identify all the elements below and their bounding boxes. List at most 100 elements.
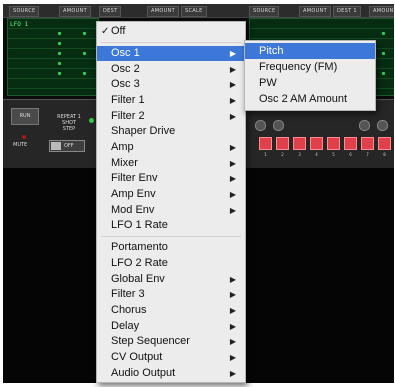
- checkmark-icon: ✓: [101, 26, 110, 37]
- menu-item-label: Filter Env: [111, 172, 158, 184]
- submenu-item-label: Pitch: [259, 45, 284, 57]
- header-dest-label: DEST: [99, 6, 122, 17]
- menu-item-label: Osc 3: [111, 78, 140, 90]
- menu-item-off[interactable]: ✓ Off: [97, 24, 245, 39]
- menu-item-label: Amp Env: [111, 188, 156, 200]
- submenu-arrow-icon: ▶: [229, 143, 236, 152]
- step-button[interactable]: [259, 137, 272, 150]
- menu-item-delay[interactable]: Delay ▶: [97, 319, 245, 334]
- submenu-item-label: Frequency (FM): [259, 61, 338, 73]
- step-button[interactable]: [310, 137, 323, 150]
- header-amount-label-3: AMOUNT: [299, 6, 331, 17]
- menu-item-lfo-1-rate[interactable]: LFO 1 Rate: [97, 218, 245, 233]
- step-button[interactable]: [378, 137, 391, 150]
- run-button[interactable]: RUN: [11, 108, 39, 125]
- knob[interactable]: [273, 120, 284, 131]
- menu-item-osc-2[interactable]: Osc 2 ▶: [97, 62, 245, 77]
- menu-item-cv-output[interactable]: CV Output ▶: [97, 350, 245, 365]
- mode-toggle[interactable]: OFF: [49, 140, 85, 152]
- submenu-arrow-icon: ▶: [229, 96, 236, 105]
- submenu-arrow-icon: ▶: [229, 174, 236, 183]
- header-dest-label-2: DEST 1: [333, 6, 361, 17]
- header-amount-label-2: AMOUNT: [147, 6, 179, 17]
- menu-item-lfo-2-rate[interactable]: LFO 2 Rate: [97, 256, 245, 271]
- step-number: 4: [315, 152, 318, 157]
- lfo-source-label: LFO 1: [10, 21, 29, 28]
- menu-item-label: Delay: [111, 320, 140, 332]
- menu-item-filter-3[interactable]: Filter 3 ▶: [97, 287, 245, 302]
- destination-menu: ✓ Off Osc 1 ▶ Osc 2 ▶ Osc 3 ▶ Filter 1 ▶ Filter 2 ▶…: [96, 21, 246, 383]
- menu-item-portamento[interactable]: Portamento: [97, 240, 245, 255]
- step-number: 8: [383, 152, 386, 157]
- submenu-arrow-icon: ▶: [229, 206, 236, 215]
- menu-item-label: Portamento: [111, 241, 168, 253]
- step-button[interactable]: [361, 137, 374, 150]
- toggle-knob[interactable]: [51, 142, 61, 150]
- knob[interactable]: [359, 120, 370, 131]
- submenu-arrow-icon: ▶: [229, 369, 236, 378]
- menu-item-chorus[interactable]: Chorus ▶: [97, 303, 245, 318]
- knob[interactable]: [255, 120, 266, 131]
- submenu-arrow-icon: ▶: [229, 112, 236, 121]
- menu-item-label: Audio Output: [111, 367, 176, 379]
- menu-item-amp[interactable]: Amp ▶: [97, 140, 245, 155]
- header-source-label: SOURCE: [9, 6, 40, 17]
- step-number: 1: [264, 152, 267, 157]
- submenu-item-pitch[interactable]: Pitch: [245, 43, 375, 59]
- submenu-item-pw[interactable]: PW: [245, 75, 375, 91]
- step-button[interactable]: [327, 137, 340, 150]
- menu-item-shaper-drive[interactable]: Shaper Drive: [97, 124, 245, 139]
- menu-item-filter-2[interactable]: Filter 2 ▶: [97, 109, 245, 124]
- submenu-arrow-icon: ▶: [229, 337, 236, 346]
- step-button[interactable]: [293, 137, 306, 150]
- menu-item-osc-1[interactable]: Osc 1 ▶: [97, 46, 245, 61]
- knob[interactable]: [377, 120, 388, 131]
- step-button[interactable]: [344, 137, 357, 150]
- step-button[interactable]: [276, 137, 289, 150]
- submenu-arrow-icon: ▶: [229, 275, 236, 284]
- submenu-arrow-icon: ▶: [229, 353, 236, 362]
- submenu-arrow-icon: ▶: [229, 306, 236, 315]
- menu-item-label: Mod Env: [111, 204, 155, 216]
- mute-label: MUTE: [13, 142, 28, 148]
- menu-item-audio-output[interactable]: Audio Output ▶: [97, 366, 245, 381]
- header-source-label-2: SOURCE: [249, 6, 280, 17]
- mod-bus-header: SOURCE AMOUNT DEST AMOUNT SCALE SOURCE A…: [3, 4, 394, 18]
- mute-led-icon: [22, 135, 26, 139]
- menu-item-step-sequencer[interactable]: Step Sequencer ▶: [97, 334, 245, 349]
- menu-item-mixer[interactable]: Mixer ▶: [97, 156, 245, 171]
- submenu-arrow-icon: ▶: [229, 49, 236, 58]
- menu-item-amp-env[interactable]: Amp Env ▶: [97, 187, 245, 202]
- submenu-item-label: PW: [259, 77, 277, 89]
- submenu-item-frequency-fm[interactable]: Frequency (FM): [245, 59, 375, 75]
- header-scale-label: SCALE: [181, 6, 207, 17]
- osc1-submenu: Pitch Frequency (FM) PW Osc 2 AM Amount: [244, 40, 376, 111]
- toggle-label: OFF: [64, 143, 74, 149]
- menu-item-label: CV Output: [111, 351, 163, 363]
- menu-item-mod-env[interactable]: Mod Env ▶: [97, 203, 245, 218]
- menu-item-global-env[interactable]: Global Env ▶: [97, 272, 245, 287]
- menu-item-label: Amp: [111, 141, 134, 153]
- mod-bus-lane-left[interactable]: [7, 18, 99, 96]
- menu-item-label: Off: [111, 25, 126, 37]
- menu-item-label: Filter 3: [111, 288, 145, 300]
- menu-item-label: Filter 2: [111, 110, 145, 122]
- submenu-item-osc-2-am-amount[interactable]: Osc 2 AM Amount: [245, 91, 375, 107]
- step-number: 3: [298, 152, 301, 157]
- menu-item-label: Step Sequencer: [111, 335, 190, 347]
- repeat-led-icon: [89, 118, 94, 123]
- menu-item-label: Mixer: [111, 157, 138, 169]
- menu-item-filter-env[interactable]: Filter Env ▶: [97, 171, 245, 186]
- menu-item-label: Global Env: [111, 273, 165, 285]
- step-number: 5: [332, 152, 335, 157]
- menu-item-osc-3[interactable]: Osc 3 ▶: [97, 77, 245, 92]
- step-number: 7: [366, 152, 369, 157]
- step-number: 6: [349, 152, 352, 157]
- header-amount-label-4: AMOUNT: [369, 6, 394, 17]
- menu-item-label: Osc 2: [111, 63, 140, 75]
- menu-item-filter-1[interactable]: Filter 1 ▶: [97, 93, 245, 108]
- header-amount-label: AMOUNT: [59, 6, 91, 17]
- menu-item-label: LFO 1 Rate: [111, 219, 168, 231]
- submenu-item-label: Osc 2 AM Amount: [259, 93, 348, 105]
- submenu-arrow-icon: ▶: [229, 65, 236, 74]
